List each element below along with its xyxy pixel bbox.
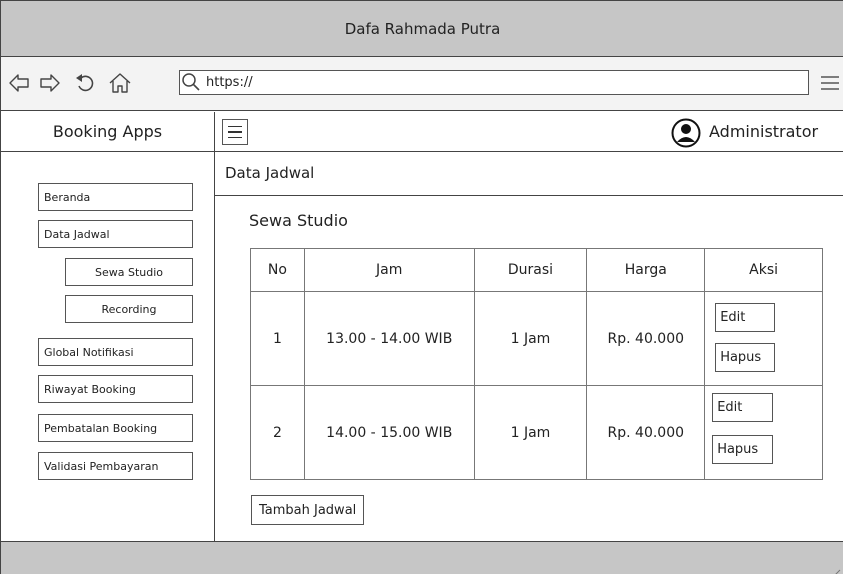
resize-grip-icon[interactable]	[831, 563, 841, 574]
cell-aksi: Edit Hapus	[704, 291, 823, 386]
section-title: Sewa Studio	[249, 211, 348, 230]
header-durasi: Durasi	[473, 248, 588, 292]
sidebar-item-pembatalan-booking[interactable]: Pembatalan Booking	[38, 414, 193, 442]
sidebar-item-data-jadwal[interactable]: Data Jadwal	[38, 220, 193, 248]
header-no: No	[250, 248, 305, 292]
table-header-row: No Jam Durasi Harga Aksi	[250, 248, 823, 292]
header-jam: Jam	[303, 248, 475, 292]
sidebar-item-validasi-pembayaran[interactable]: Validasi Pembayaran	[38, 452, 193, 480]
header-harga: Harga	[586, 248, 706, 292]
user-avatar-icon[interactable]	[671, 118, 701, 152]
title-divider	[215, 195, 843, 196]
user-label[interactable]: Administrator	[709, 119, 818, 145]
search-icon	[181, 72, 201, 96]
sidebar-item-sewa-studio[interactable]: Sewa Studio	[65, 258, 193, 286]
header-aksi: Aksi	[704, 248, 823, 292]
status-bar	[1, 541, 843, 574]
cell-no: 1	[250, 291, 305, 386]
home-icon[interactable]	[107, 72, 133, 94]
sidebar-item-global-notifikasi[interactable]: Global Notifikasi	[38, 338, 193, 366]
sidebar-item-riwayat-booking[interactable]: Riwayat Booking	[38, 375, 193, 403]
reload-icon[interactable]	[73, 72, 97, 94]
hapus-button[interactable]: Hapus	[715, 343, 776, 372]
url-field[interactable]: https://	[179, 70, 809, 95]
cell-jam: 13.00 - 14.00 WIB	[303, 291, 475, 386]
table-row: 2 14.00 - 15.00 WIB 1 Jam Rp. 40.000 Edi…	[250, 385, 823, 480]
window-title: Dafa Rahmada Putra	[344, 19, 501, 38]
cell-durasi: 1 Jam	[473, 385, 588, 480]
table-row: 1 13.00 - 14.00 WIB 1 Jam Rp. 40.000 Edi…	[250, 291, 823, 386]
browser-window: Dafa Rahmada Putra https:// Booking Apps…	[0, 0, 843, 574]
schedule-table: No Jam Durasi Harga Aksi 1 13.00 - 14.00…	[250, 248, 823, 480]
back-icon[interactable]	[7, 72, 31, 94]
cell-harga: Rp. 40.000	[586, 291, 706, 386]
edit-button[interactable]: Edit	[712, 393, 774, 422]
tambah-jadwal-button[interactable]: Tambah Jadwal	[251, 495, 365, 525]
cell-jam: 14.00 - 15.00 WIB	[303, 385, 475, 480]
cell-durasi: 1 Jam	[473, 291, 588, 386]
cell-harga: Rp. 40.000	[586, 385, 706, 480]
cell-aksi: Edit Hapus	[704, 385, 823, 480]
hapus-button[interactable]: Hapus	[712, 435, 774, 464]
edit-button[interactable]: Edit	[715, 303, 776, 332]
hamburger-menu-icon[interactable]	[222, 119, 248, 145]
page-title: Data Jadwal	[225, 164, 315, 182]
menu-icon[interactable]	[819, 73, 841, 97]
window-titlebar: Dafa Rahmada Putra	[1, 1, 843, 57]
sidebar-item-beranda[interactable]: Beranda	[38, 183, 193, 211]
app-title: Booking Apps	[1, 112, 215, 152]
sidebar-item-recording[interactable]: Recording	[65, 295, 193, 323]
forward-icon[interactable]	[38, 72, 62, 94]
cell-no: 2	[250, 385, 305, 480]
